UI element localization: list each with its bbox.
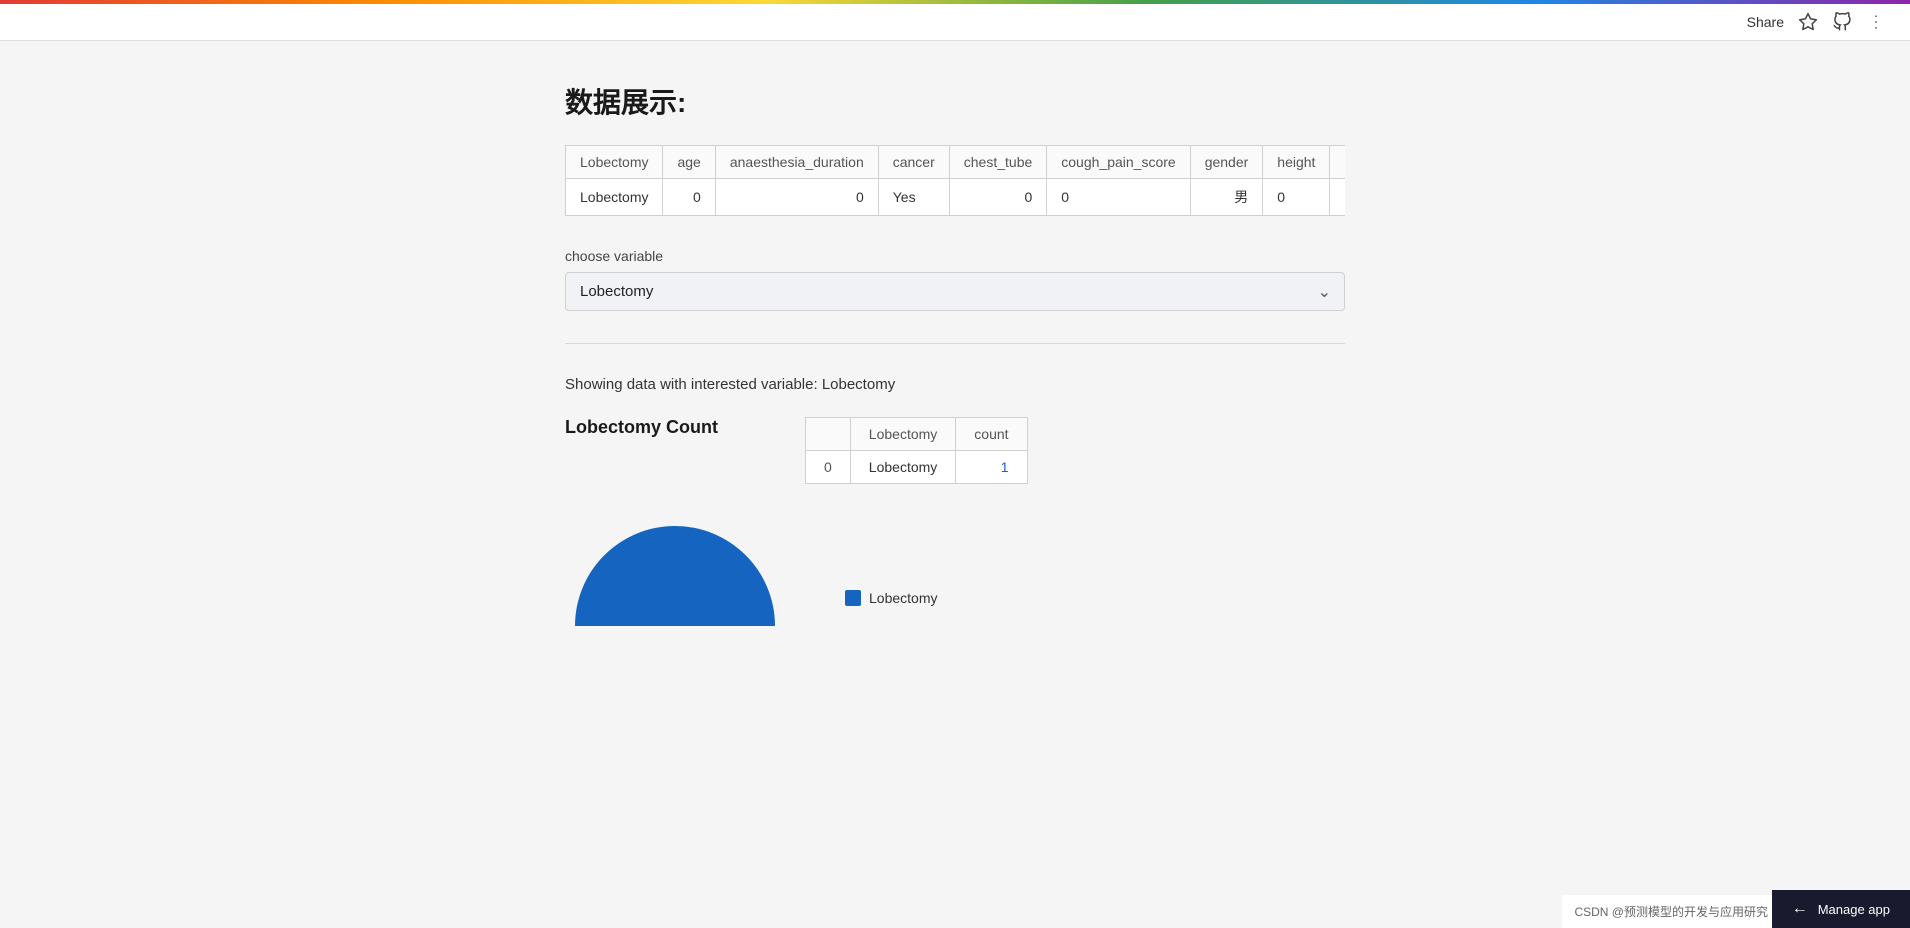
more-icon (1866, 12, 1886, 32)
variable-select[interactable]: Lobectomyageanaesthesia_durationcancerch… (565, 272, 1345, 311)
count-table-cell: Lobectomy (850, 451, 955, 484)
col-header-anaesthesia: anaesthesia_duration (715, 146, 878, 179)
count-col-index (806, 418, 851, 451)
legend-item: Lobectomy (845, 590, 937, 606)
chart-section: Lobectomy (565, 516, 1345, 646)
col-header-height: height (1263, 146, 1330, 179)
count-table-cell: 1 (956, 451, 1027, 484)
choose-variable-label: choose variable (565, 248, 1345, 264)
table-cell: 男 (1190, 179, 1263, 216)
count-title: Lobectomy Count (565, 417, 745, 438)
section-divider (565, 343, 1345, 344)
legend-color-dot (845, 590, 861, 606)
table-cell: Lobectomy (566, 179, 663, 216)
pie-chart-svg (565, 516, 785, 646)
table-header-row: Lobectomy age anaesthesia_duration cance… (566, 146, 1346, 179)
github-icon (1832, 12, 1852, 32)
table-cell: 0 (949, 179, 1047, 216)
github-button[interactable] (1832, 12, 1852, 32)
data-table-wrap: Lobectomy age anaesthesia_duration cance… (565, 145, 1345, 216)
table-cell: 0 (715, 179, 878, 216)
variable-select-wrap: Lobectomyageanaesthesia_durationcancerch… (565, 272, 1345, 311)
count-table-row: 0Lobectomy1 (806, 451, 1028, 484)
count-table-cell: 0 (806, 451, 851, 484)
csdn-label: CSDN @预测模型的开发与应用研究 (1562, 895, 1780, 928)
table-cell: 0 (663, 179, 715, 216)
col-header-age: age (663, 146, 715, 179)
data-table: Lobectomy age anaesthesia_duration cance… (565, 145, 1345, 216)
star-button[interactable] (1798, 12, 1818, 32)
count-section: Lobectomy Count Lobectomy count 0Lobecto… (565, 417, 1345, 484)
star-icon (1798, 12, 1818, 32)
share-button[interactable]: Share (1747, 14, 1784, 30)
count-table-header: Lobectomy count (806, 418, 1028, 451)
col-header-chest-tube: chest_tube (949, 146, 1047, 179)
col-header-gender: gender (1190, 146, 1263, 179)
table-cell (1330, 179, 1345, 216)
main-content: 数据展示: Lobectomy age anaesthesia_duration… (545, 41, 1365, 706)
table-cell: Yes (878, 179, 949, 216)
count-col-lobectomy: Lobectomy (850, 418, 955, 451)
col-header-id: id (1330, 146, 1345, 179)
count-col-count: count (956, 418, 1027, 451)
header-toolbar: Share (0, 4, 1910, 41)
showing-label: Showing data with interested variable: L… (565, 376, 1345, 393)
section-title: 数据展示: (565, 81, 1345, 121)
table-cell: 0 (1263, 179, 1330, 216)
count-table: Lobectomy count 0Lobectomy1 (805, 417, 1028, 484)
col-header-cancer: cancer (878, 146, 949, 179)
manage-app-arrow: ← (1792, 900, 1808, 918)
manage-app-bar[interactable]: ← Manage app (1772, 890, 1910, 928)
chart-legend: Lobectomy (845, 590, 937, 646)
table-cell: 0 (1047, 179, 1190, 216)
legend-label: Lobectomy (869, 590, 937, 606)
more-button[interactable] (1866, 12, 1886, 32)
col-header-lobectomy: Lobectomy (566, 146, 663, 179)
pie-chart-wrap (565, 516, 785, 646)
manage-app-label: Manage app (1818, 902, 1890, 917)
table-row: Lobectomy00Yes00男0 (566, 179, 1346, 216)
col-header-cough-pain: cough_pain_score (1047, 146, 1190, 179)
